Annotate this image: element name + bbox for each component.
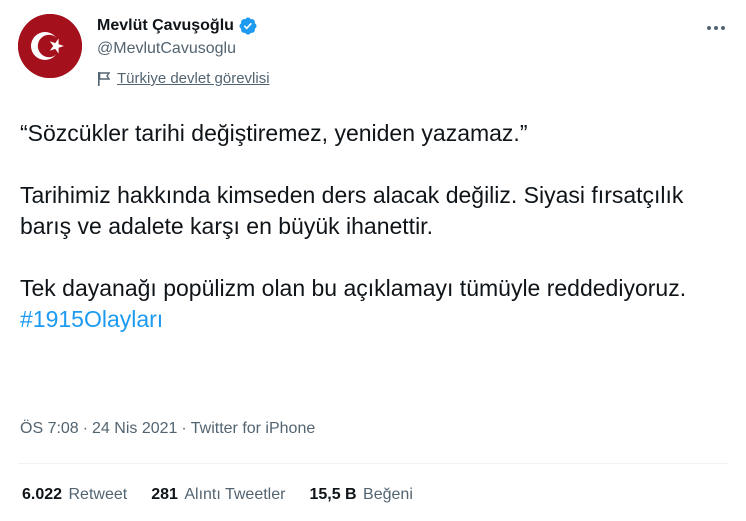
tweet-paragraph-3: Tek dayanağı popülizm olan bu açıklamayı… (20, 275, 687, 301)
author-display-name[interactable]: Mevlüt Çavuşoğlu (97, 17, 234, 35)
quotes-stat[interactable]: 281 Alıntı Tweetler (151, 486, 285, 504)
more-options-button[interactable] (702, 14, 730, 42)
tweet-text: “Sözcükler tarihi değiştiremez, yeniden … (20, 118, 720, 335)
government-label[interactable]: Türkiye devlet görevlisi (97, 70, 270, 87)
tweet-paragraph-2: Tarihimiz hakkında kimseden ders alacak … (20, 182, 684, 239)
likes-count: 15,5 B (309, 486, 357, 503)
meta-separator: · (181, 420, 187, 437)
quotes-label: Alıntı Tweetler (184, 486, 286, 503)
tweet-paragraph-1: “Sözcükler tarihi değiştiremez, yeniden … (20, 120, 528, 146)
tweet-meta: ÖS 7:08 · 24 Nis 2021 · Twitter for iPhone (20, 420, 315, 438)
likes-stat[interactable]: 15,5 B Beğeni (309, 486, 412, 504)
tweet-date[interactable]: 24 Nis 2021 (92, 420, 177, 437)
retweets-count: 6.022 (22, 486, 63, 503)
divider (18, 463, 728, 464)
verified-badge-icon (238, 16, 258, 36)
tweet-card: Mevlüt Çavuşoğlu @MevlutCavusoglu Türkiy… (0, 0, 746, 521)
tweet-source[interactable]: Twitter for iPhone (191, 420, 316, 437)
more-dots-icon (707, 26, 725, 30)
author-name-row[interactable]: Mevlüt Çavuşoğlu (97, 14, 258, 38)
government-label-text[interactable]: Türkiye devlet görevlisi (117, 70, 270, 87)
hashtag-link[interactable]: #1915Olayları (20, 304, 720, 335)
retweets-stat[interactable]: 6.022 Retweet (22, 486, 127, 504)
flag-icon (97, 71, 111, 87)
turkish-flag-icon (18, 14, 82, 78)
tweet-time[interactable]: ÖS 7:08 (20, 420, 79, 437)
avatar[interactable] (18, 14, 82, 78)
likes-label: Beğeni (363, 486, 413, 503)
tweet-stats: 6.022 Retweet 281 Alıntı Tweetler 15,5 B… (22, 486, 437, 504)
meta-separator: · (82, 420, 89, 437)
author-handle[interactable]: @MevlutCavusoglu (97, 40, 236, 58)
retweets-label: Retweet (68, 486, 128, 503)
quotes-count: 281 (151, 486, 178, 503)
